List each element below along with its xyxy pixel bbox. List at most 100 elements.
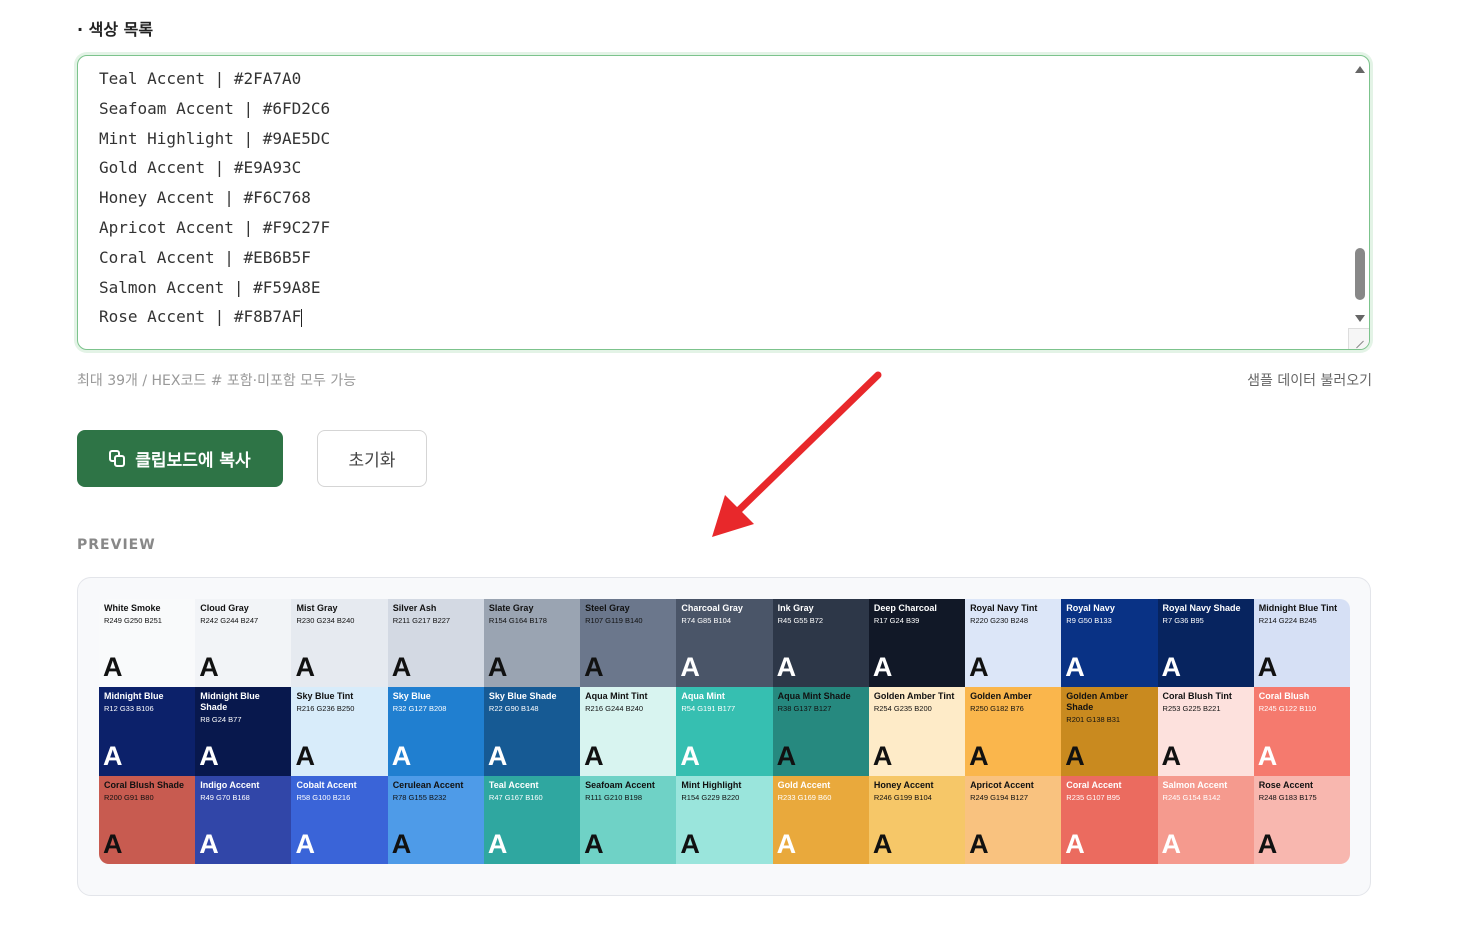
- swatch-sample-letter: A: [680, 652, 700, 683]
- swatch-name: Midnight Blue Tint: [1258, 603, 1338, 613]
- swatch-sample-letter: A: [1257, 652, 1278, 683]
- swatch-name: Charcoal Gray: [681, 603, 743, 613]
- swatch-sample-letter: A: [969, 652, 989, 683]
- color-swatch: Slate Gray R154 G164 B178 A: [483, 599, 581, 688]
- color-swatch: Charcoal Gray R74 G85 B104 A: [676, 599, 773, 688]
- swatch-sample-letter: A: [295, 740, 315, 771]
- color-swatch: Deep Charcoal R17 G24 B39 A: [868, 599, 966, 688]
- arrow-head: [712, 495, 754, 537]
- textarea-content[interactable]: Teal Accent | #2FA7A0 Seafoam Accent | #6…: [99, 64, 330, 332]
- swatch-rgb: R211 G217 B227: [392, 616, 451, 625]
- swatch-rgb: R249 G250 B251: [104, 616, 162, 625]
- swatch-sample-letter: A: [872, 652, 893, 683]
- swatch-sample-letter: A: [969, 829, 989, 859]
- swatch-grid: White Smoke R249 G250 B251 A Cloud Gray R242…: [99, 599, 1350, 864]
- swatch-name: Sky Blue Shade: [488, 691, 557, 702]
- swatch-name: Cloud Gray: [200, 603, 249, 613]
- swatch-rgb: R201 G138 B31: [1066, 715, 1121, 725]
- swatch-rgb: R250 G182 B76: [970, 704, 1024, 714]
- swatch-name: Gold Accent: [777, 779, 831, 790]
- swatch-rgb: R249 G194 B127: [970, 792, 1029, 802]
- swatch-rgb: R12 G33 B106: [104, 704, 154, 714]
- textarea-scrollbar[interactable]: [1353, 60, 1367, 322]
- copy-to-clipboard-button[interactable]: 클립보드에 복사: [77, 430, 283, 487]
- swatch-name: Deep Charcoal: [873, 603, 937, 613]
- textarea-line: Seafoam Accent | #6FD2C6: [99, 94, 330, 124]
- swatch-sample-letter: A: [872, 829, 893, 859]
- swatch-name: Coral Blush Tint: [1162, 691, 1232, 702]
- swatch-rgb: R246 G199 B104: [873, 792, 932, 802]
- swatch-rgb: R245 G154 B142: [1162, 792, 1221, 802]
- swatch-name: Apricot Accent: [970, 779, 1034, 790]
- swatch-rgb: R216 G236 B250: [296, 704, 355, 714]
- color-swatch: Midnight Blue Tint R214 G224 B245 A: [1253, 599, 1350, 688]
- swatch-sample-letter: A: [680, 829, 700, 859]
- swatch-name: Coral Blush: [1258, 691, 1310, 702]
- swatch-rgb: R233 G169 B60: [777, 792, 832, 802]
- color-swatch: Silver Ash R211 G217 B227 A: [387, 599, 484, 688]
- swatch-sample-letter: A: [872, 740, 893, 771]
- swatch-sample-letter: A: [391, 652, 412, 683]
- color-swatch: Rose Accent R248 G183 B175 A: [1253, 775, 1350, 864]
- swatch-sample-letter: A: [584, 740, 604, 771]
- swatch-name: Teal Accent: [488, 779, 539, 790]
- color-swatch: Golden Amber Tint R254 G235 B200 A: [868, 687, 966, 776]
- textarea-line-text: Apricot Accent | #F9C27F: [99, 217, 331, 237]
- swatch-rgb: R154 G229 B220: [681, 792, 740, 802]
- scroll-up-arrow-icon[interactable]: [1355, 66, 1365, 73]
- textarea-line: Apricot Accent | #F9C27F: [99, 213, 330, 243]
- swatch-rgb: R54 G191 B177: [681, 704, 736, 714]
- reset-button[interactable]: 초기화: [317, 430, 427, 487]
- swatch-name: Royal Navy Tint: [970, 603, 1038, 613]
- section-title: · 색상 목록: [77, 20, 154, 39]
- swatch-rgb: R58 G100 B216: [296, 792, 351, 802]
- color-swatch: Sky Blue R32 G127 B208 A: [387, 687, 484, 776]
- color-swatch: Cloud Gray R242 G244 B247 A: [195, 599, 292, 688]
- swatch-rgb: R154 G164 B178: [488, 616, 547, 625]
- color-swatch: Aqua Mint R54 G191 B177 A: [676, 687, 773, 776]
- color-swatch: Honey Accent R246 G199 B104 A: [868, 775, 966, 864]
- swatch-sample-letter: A: [1065, 652, 1085, 683]
- swatch-sample-letter: A: [584, 829, 604, 859]
- swatch-sample-letter: A: [776, 829, 797, 859]
- color-swatch: Aqua Mint Shade R38 G137 B127 A: [772, 687, 869, 776]
- swatch-sample-letter: A: [1257, 829, 1278, 859]
- color-swatch: Mint Highlight R154 G229 B220 A: [676, 775, 773, 864]
- color-swatch: Golden Amber R250 G182 B76 A: [965, 687, 1062, 776]
- swatch-sample-letter: A: [584, 652, 604, 683]
- color-list-textarea[interactable]: Teal Accent | #2FA7A0 Seafoam Accent | #6…: [77, 55, 1370, 350]
- textarea-line-text: Coral Accent | #EB6B5F: [99, 247, 311, 267]
- swatch-rgb: R74 G85 B104: [681, 616, 731, 625]
- swatch-name: Rose Accent: [1258, 779, 1313, 790]
- scroll-thumb[interactable]: [1355, 248, 1365, 300]
- swatch-sample-letter: A: [969, 740, 989, 771]
- color-swatch: Steel Gray R107 G119 B140 A: [580, 599, 677, 688]
- swatch-sample-letter: A: [391, 740, 412, 771]
- swatch-sample-letter: A: [680, 740, 700, 771]
- color-swatch: Coral Accent R235 G107 B95 A: [1061, 775, 1158, 864]
- swatch-rgb: R245 G122 B110: [1258, 704, 1317, 714]
- swatch-name: Golden Amber Shade: [1066, 691, 1128, 713]
- textarea-line-text: Seafoam Accent | #6FD2C6: [99, 98, 331, 118]
- swatch-name: Slate Gray: [488, 603, 534, 613]
- swatch-name: Golden Amber: [970, 691, 1032, 702]
- color-swatch: Apricot Accent R249 G194 B127 A: [965, 775, 1062, 864]
- resize-handle-icon[interactable]: [1348, 328, 1369, 349]
- copy-icon: [109, 449, 127, 468]
- color-swatch: White Smoke R249 G250 B251 A: [99, 599, 196, 688]
- color-swatch: Salmon Accent R245 G154 B142 A: [1157, 775, 1254, 864]
- swatch-rgb: R17 G24 B39: [873, 616, 920, 625]
- textarea-line: Rose Accent | #F8B7AF: [99, 302, 330, 332]
- swatch-name: Coral Accent: [1066, 779, 1122, 790]
- swatch-name: Cerulean Accent: [392, 779, 464, 790]
- swatch-name: Cobalt Accent: [296, 779, 357, 790]
- load-sample-link[interactable]: 샘플 데이터 불러오기: [1247, 370, 1372, 390]
- textarea-line: Teal Accent | #2FA7A0: [99, 64, 330, 94]
- swatch-name: Mist Gray: [296, 603, 338, 613]
- swatch-rgb: R9 G50 B133: [1066, 616, 1112, 625]
- color-swatch: Cobalt Accent R58 G100 B216 A: [291, 775, 388, 864]
- textarea-line: Salmon Accent | #F59A8E: [99, 273, 330, 303]
- swatch-name: Mint Highlight: [681, 779, 742, 790]
- scroll-down-arrow-icon[interactable]: [1355, 315, 1365, 322]
- swatch-rgb: R216 G244 B240: [585, 704, 644, 714]
